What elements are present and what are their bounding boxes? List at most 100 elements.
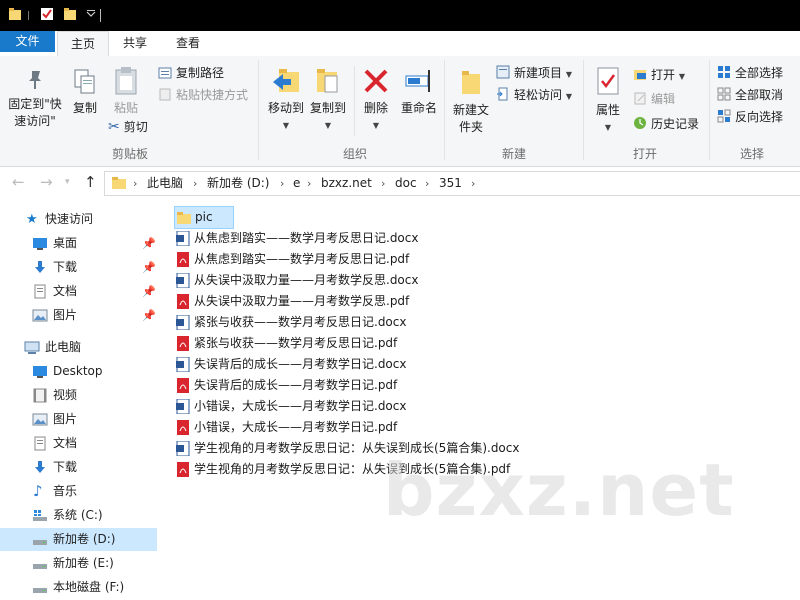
breadcrumb-351[interactable]: 351 (439, 172, 462, 195)
nav-item-documents-quick[interactable]: 文档 📌 (0, 280, 157, 303)
copy-icon (74, 69, 95, 94)
clipboard-icon (115, 67, 137, 95)
tab-view[interactable]: 查看 (163, 31, 213, 56)
new-item-button[interactable]: 新建项目 ▼ (496, 63, 572, 83)
clipboard-group-label: 剪贴板 (111, 147, 148, 161)
nav-item-drive-c[interactable]: 系统 (C:) (0, 504, 157, 527)
nav-item-music[interactable]: ♪ 音乐 (0, 480, 157, 503)
properties-check-icon[interactable] (40, 7, 54, 21)
customize-dropdown-icon[interactable] (84, 7, 98, 21)
delete-button[interactable]: 删除 ▼ (358, 66, 394, 134)
breadcrumb-bzxz[interactable]: bzxz.net (321, 172, 372, 195)
picture-icon (32, 309, 48, 322)
move-to-label: 移动到 (267, 101, 304, 115)
pdf-icon (177, 378, 189, 393)
properties-button[interactable]: 属性 ▼ (588, 66, 628, 136)
nav-item-drive-e[interactable]: 新加卷 (E:) (0, 552, 157, 575)
select-all-button[interactable]: 全部选择 (717, 63, 783, 83)
nav-item-downloads-quick[interactable]: 下载 📌 (0, 256, 157, 279)
pin-icon[interactable]: 📌 (142, 232, 156, 255)
file-name: 从焦虑到踏实——数学月考反思日记.pdf (194, 252, 410, 266)
open-button[interactable]: 打开 ▼ (633, 65, 685, 85)
paste-button[interactable]: 粘贴 (108, 66, 144, 117)
divider (444, 60, 445, 160)
nav-item-label: 视频 (53, 388, 78, 402)
nav-item-documents[interactable]: 文档 (0, 432, 157, 455)
up-arrow-icon[interactable]: ↑ (84, 173, 97, 191)
paste-shortcut-button[interactable]: 粘贴快捷方式 (158, 85, 248, 105)
video-icon (33, 388, 47, 403)
copy-path-button[interactable]: 复制路径 (158, 63, 224, 83)
nav-item-label: Desktop (53, 364, 103, 378)
rename-button[interactable]: 重命名 (398, 66, 440, 117)
pin-icon[interactable]: 📌 (142, 256, 156, 279)
nav-item-desktop-quick[interactable]: 桌面 📌 (0, 232, 157, 255)
copy-to-label: 复制到 (309, 101, 346, 115)
breadcrumb-drive-d[interactable]: 新加卷 (D:) (207, 172, 269, 195)
breadcrumb-separator[interactable]: › (307, 172, 311, 195)
copy-path-label: 复制路径 (176, 66, 225, 80)
copy-label: 复制 (72, 101, 97, 115)
move-to-button[interactable]: 移动到 ▼ (264, 66, 308, 134)
breadcrumb-separator[interactable]: › (381, 172, 385, 195)
select-all-label: 全部选择 (735, 66, 784, 80)
pdf-icon (177, 252, 189, 267)
folder-icon (177, 212, 191, 224)
nav-item-drive-d[interactable]: 新加卷 (D:) (0, 528, 157, 551)
pin-to-quick-access-button[interactable]: 固定到"快速访问" (4, 68, 66, 130)
copy-to-button[interactable]: 复制到 ▼ (306, 66, 350, 134)
breadcrumb-e[interactable]: e (293, 172, 300, 195)
pin-icon (29, 71, 41, 89)
nav-this-pc[interactable]: 此电脑 (0, 336, 157, 359)
tab-file[interactable]: 文件 (0, 31, 55, 52)
invert-selection-icon (717, 109, 731, 123)
tab-home[interactable]: 主页 (57, 31, 109, 58)
ribbon: 固定到"快速访问" 复制 粘贴 复制路径 粘贴快捷方式 ✂ 剪切 剪贴板 移动到 ▼… (0, 56, 800, 167)
forward-arrow-icon[interactable]: → (40, 173, 53, 191)
list-item-folder[interactable]: pic (174, 206, 234, 229)
pin-icon[interactable]: 📌 (142, 304, 156, 327)
file-list: pic 从焦虑到踏实——数学月考反思日记.docx 从焦虑到踏实——数学月考反思… (170, 200, 800, 600)
new-folder-label: 新建文件夹 (452, 103, 489, 134)
folder-icon (112, 177, 126, 189)
nav-item-drive-f[interactable]: 本地磁盘 (F:) (0, 576, 157, 599)
back-arrow-icon[interactable]: ← (12, 173, 25, 191)
copy-button[interactable]: 复制 (67, 68, 103, 117)
new-folder-icon[interactable] (63, 7, 77, 21)
nav-item-label: 桌面 (53, 236, 78, 250)
breadcrumb-doc[interactable]: doc (395, 172, 417, 195)
easy-access-button[interactable]: 轻松访问 ▼ (496, 85, 572, 105)
edit-button[interactable]: 编辑 (633, 89, 675, 109)
breadcrumb-separator[interactable]: › (193, 172, 197, 195)
nav-item-downloads[interactable]: 下载 (0, 456, 157, 479)
breadcrumb-separator[interactable]: › (133, 172, 137, 195)
new-folder-button[interactable]: 新建文件夹 (448, 68, 494, 136)
nav-item-label: 新加卷 (E:) (53, 556, 114, 570)
nav-item-desktop[interactable]: Desktop (0, 360, 157, 383)
invert-selection-button[interactable]: 反向选择 (717, 107, 783, 127)
nav-quick-access-label: 快速访问 (45, 212, 94, 226)
select-none-button[interactable]: 全部取消 (717, 85, 783, 105)
pin-icon[interactable]: 📌 (142, 280, 156, 303)
download-arrow-icon (35, 461, 45, 473)
nav-item-pictures[interactable]: 图片 (0, 408, 157, 431)
address-bar[interactable]: › 此电脑 › 新加卷 (D:) › e › bzxz.net › doc › … (104, 171, 800, 196)
file-name: 失误背后的成长——月考数学日记.pdf (194, 378, 398, 392)
nav-quick-access[interactable]: ★ 快速访问 (0, 208, 157, 231)
divider (100, 9, 101, 22)
properties-icon (597, 67, 619, 95)
breadcrumb-separator[interactable]: › (280, 172, 284, 195)
recent-locations-chevron-icon[interactable]: ▾ (65, 177, 70, 187)
breadcrumb-separator[interactable]: › (425, 172, 429, 195)
nav-item-label: 文档 (53, 436, 78, 450)
history-button[interactable]: 历史记录 (633, 114, 699, 134)
nav-item-videos[interactable]: 视频 (0, 384, 157, 407)
cut-button[interactable]: ✂ 剪切 (108, 117, 148, 137)
tab-share[interactable]: 共享 (110, 31, 160, 56)
nav-item-pictures-quick[interactable]: 图片 📌 (0, 304, 157, 327)
breadcrumb-separator[interactable]: › (471, 172, 475, 195)
select-all-icon (718, 66, 730, 78)
divider (258, 60, 259, 160)
nav-item-label: 新加卷 (D:) (53, 532, 116, 546)
breadcrumb-this-pc[interactable]: 此电脑 (147, 172, 183, 195)
